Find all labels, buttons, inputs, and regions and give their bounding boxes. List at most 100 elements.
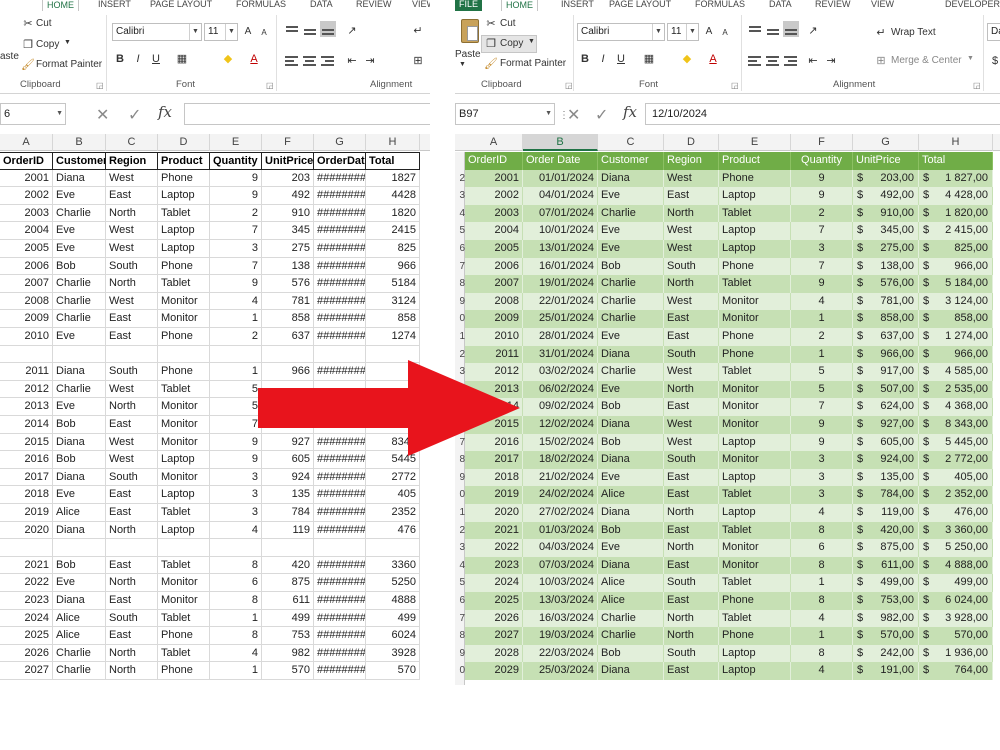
table-cell[interactable]: Tablet [158, 609, 210, 628]
italic-icon[interactable]: I [595, 51, 611, 67]
borders-icon[interactable]: ▦ [641, 51, 657, 67]
table-cell[interactable]: 6 [791, 539, 853, 557]
enter-icon[interactable]: ✓ [128, 105, 141, 125]
header-cell[interactable]: Quantity [791, 152, 853, 170]
column-header-e[interactable]: E [719, 134, 791, 151]
table-cell[interactable]: Tablet [158, 644, 210, 663]
table-cell[interactable]: Alice [53, 504, 106, 522]
table-cell[interactable]: 2017 [0, 468, 53, 487]
bold-icon[interactable]: B [577, 51, 593, 67]
table-cell[interactable]: West [664, 363, 719, 381]
table-cell[interactable]: East [664, 521, 719, 540]
table-cell[interactable]: 2024 [0, 609, 53, 628]
table-cell[interactable]: East [664, 662, 719, 680]
table-cell[interactable]: North [664, 380, 719, 399]
table-cell[interactable]: 2026 [0, 644, 53, 663]
table-cell[interactable]: Monitor [719, 451, 791, 469]
table-cell[interactable]: 21/02/2024 [523, 468, 598, 487]
table-cell[interactable]: $492,00 [853, 187, 919, 205]
table-cell[interactable]: 04/03/2024 [523, 539, 598, 557]
table-cell[interactable]: $3 124,00 [919, 292, 993, 311]
align-left-icon[interactable] [747, 53, 763, 69]
table-cell[interactable]: $138,00 [853, 257, 919, 276]
wrap-text-icon[interactable]: ↵ [410, 23, 426, 39]
table-cell[interactable]: Diana [598, 662, 664, 680]
table-cell[interactable]: East [664, 328, 719, 346]
table-cell[interactable]: Charlie [53, 292, 106, 311]
increase-font-icon[interactable]: A [701, 24, 717, 40]
paste-dropdown-icon[interactable]: ▼ [459, 61, 466, 68]
table-cell[interactable]: 5 [210, 398, 262, 416]
align-top-icon[interactable] [747, 23, 763, 39]
table-cell[interactable]: Tablet [719, 486, 791, 504]
table-cell[interactable]: 2012 [0, 380, 53, 399]
tab-developer[interactable]: DEVELOPER [941, 0, 1000, 11]
copy-button[interactable]: Copy [500, 38, 523, 49]
fill-color-icon[interactable]: ◆ [679, 51, 695, 67]
table-cell[interactable]: 2029 [465, 662, 523, 680]
table-cell[interactable]: Eve [598, 222, 664, 240]
table-cell[interactable]: Eve [53, 187, 106, 205]
table-cell[interactable]: 2004 [465, 222, 523, 240]
table-cell[interactable]: Laptop [158, 240, 210, 258]
table-cell[interactable]: 9 [210, 187, 262, 205]
chevron-down-icon[interactable]: ▼ [686, 24, 698, 40]
table-cell[interactable]: 2028 [465, 644, 523, 663]
table-cell[interactable]: Phone [719, 257, 791, 276]
table-cell[interactable]: $507,00 [853, 380, 919, 399]
align-center-icon[interactable] [302, 53, 318, 69]
table-cell[interactable]: 9 [210, 433, 262, 452]
table-cell[interactable]: South [664, 644, 719, 663]
table-cell[interactable]: 4 [210, 644, 262, 663]
header-cell[interactable]: Product [158, 152, 210, 170]
table-cell[interactable]: Tablet [158, 204, 210, 223]
table-cell[interactable]: Bob [598, 398, 664, 416]
table-cell[interactable]: 8 [791, 521, 853, 540]
table-cell[interactable]: 2018 [0, 486, 53, 504]
table-cell[interactable]: 9 [791, 433, 853, 452]
column-header-g[interactable]: G [314, 134, 366, 151]
table-cell[interactable]: $875,00 [853, 539, 919, 557]
enter-icon[interactable]: ✓ [595, 105, 608, 125]
table-cell[interactable]: Charlie [598, 204, 664, 223]
cut-button[interactable]: Cut [36, 18, 52, 29]
table-cell[interactable]: $2 352,00 [919, 486, 993, 504]
table-cell[interactable]: Tablet [158, 556, 210, 575]
row-number[interactable]: 0 [455, 486, 465, 504]
name-box[interactable]: 6 ▼ [0, 103, 66, 125]
table-cell[interactable]: 2003 [0, 204, 53, 223]
table-cell[interactable]: 2020 [0, 521, 53, 540]
table-cell[interactable]: 7 [791, 257, 853, 276]
table-cell[interactable]: $858,00 [919, 310, 993, 328]
table-cell[interactable]: $764,00 [919, 662, 993, 680]
table-cell[interactable]: South [106, 468, 158, 487]
table-cell[interactable]: 3 [791, 240, 853, 258]
table-cell[interactable]: North [106, 275, 158, 293]
table-cell[interactable] [366, 539, 420, 557]
table-cell[interactable]: 7 [210, 222, 262, 240]
fill-color-icon[interactable]: ◆ [220, 51, 236, 67]
increase-font-icon[interactable]: A [240, 24, 256, 40]
column-header-c[interactable]: C [598, 134, 664, 151]
table-cell[interactable]: 5 [791, 380, 853, 399]
table-cell[interactable]: 2027 [465, 627, 523, 645]
column-header-h[interactable]: H [919, 134, 993, 151]
table-cell[interactable]: 2019 [0, 504, 53, 522]
font-name-combo[interactable]: Calibri ▼ [577, 23, 665, 41]
table-cell[interactable]: 2026 [465, 609, 523, 628]
table-cell[interactable]: 01/01/2024 [523, 169, 598, 188]
merge-icon[interactable]: ⊞ [410, 53, 426, 69]
table-cell[interactable]: 3 [791, 468, 853, 487]
table-cell[interactable]: $191,00 [853, 662, 919, 680]
table-cell[interactable]: Eve [598, 187, 664, 205]
table-cell[interactable]: South [664, 257, 719, 276]
table-cell[interactable]: South [106, 363, 158, 381]
format-painter-button[interactable]: Format Painter [500, 58, 566, 69]
align-right-icon[interactable] [320, 53, 336, 69]
table-cell[interactable] [0, 539, 53, 557]
table-cell[interactable]: South [664, 451, 719, 469]
table-cell[interactable]: 9 [791, 416, 853, 434]
column-header-d[interactable]: D [664, 134, 719, 151]
table-cell[interactable]: $405,00 [919, 468, 993, 487]
row-number[interactable]: 9 [455, 469, 465, 487]
